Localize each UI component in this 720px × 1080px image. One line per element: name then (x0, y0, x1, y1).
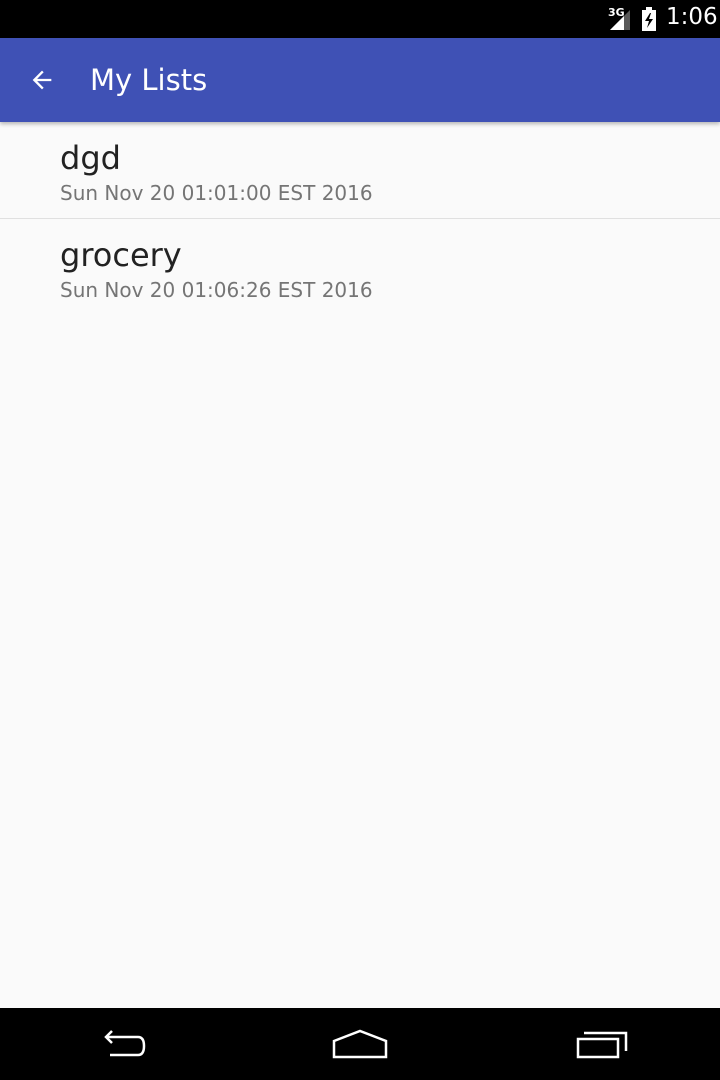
list-item-name: grocery (60, 236, 182, 274)
page-title: My Lists (90, 63, 208, 97)
nav-back-button[interactable] (80, 1020, 160, 1068)
back-icon (104, 1030, 146, 1057)
list-item[interactable]: dgd Sun Nov 20 01:01:00 EST 2016 (0, 122, 720, 219)
list-item-name: dgd (60, 139, 121, 177)
app-bar: My Lists (0, 38, 720, 122)
clock: 1:06 (666, 4, 718, 30)
status-bar: 3G 1:06 (0, 0, 720, 38)
list-item-date: Sun Nov 20 01:01:00 EST 2016 (60, 181, 373, 205)
signal-icon (610, 10, 630, 30)
home-icon (332, 1029, 388, 1059)
recents-icon (576, 1031, 628, 1059)
list-item-date: Sun Nov 20 01:06:26 EST 2016 (60, 278, 373, 302)
screen: 3G 1:06 My Lists dgd Sun Nov 20 01:01:00… (0, 0, 720, 1080)
lists-container: dgd Sun Nov 20 01:01:00 EST 2016 grocery… (0, 122, 720, 315)
nav-home-button[interactable] (320, 1020, 400, 1068)
nav-recents-button[interactable] (562, 1020, 642, 1068)
list-item[interactable]: grocery Sun Nov 20 01:06:26 EST 2016 (0, 219, 720, 315)
navigation-bar (0, 1008, 720, 1080)
back-button[interactable] (18, 56, 66, 104)
back-arrow-icon (32, 70, 52, 90)
battery-charging-icon (642, 7, 656, 31)
